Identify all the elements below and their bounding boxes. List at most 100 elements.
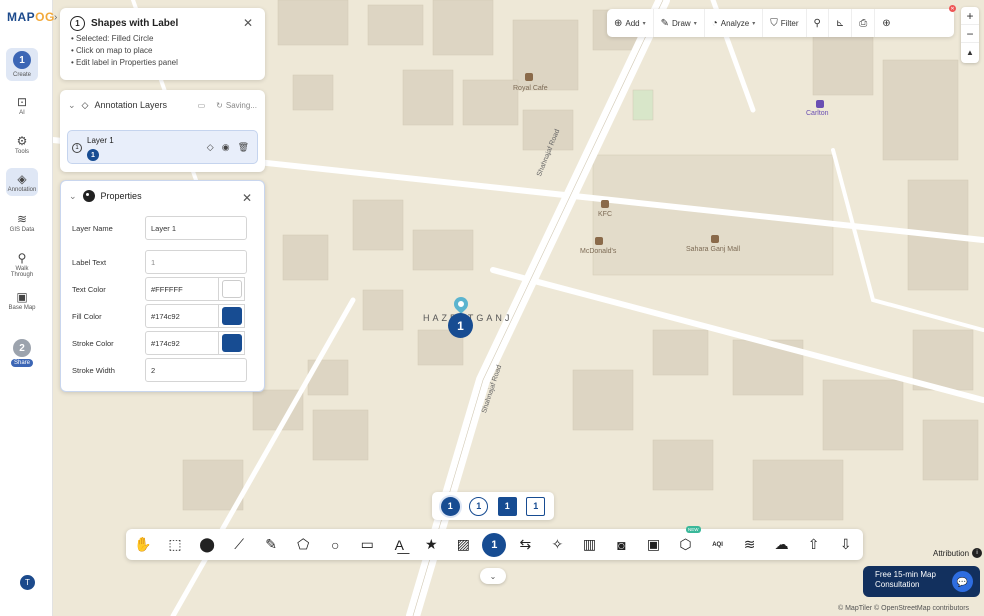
sidebar-item-annotation[interactable]: ◈ Annotation: [6, 168, 38, 196]
map-pin-icon[interactable]: ⬤: [194, 533, 220, 557]
crosshair-icon: ⊕: [882, 17, 891, 29]
zoom-out-button[interactable]: −: [961, 25, 979, 43]
select-box-icon[interactable]: ⬚: [162, 533, 188, 557]
download-icon[interactable]: ⇩: [833, 533, 859, 557]
close-toolbar-icon[interactable]: ✕: [949, 5, 956, 12]
info-icon: i: [972, 548, 983, 558]
chat-bubble-icon[interactable]: 💬: [952, 571, 973, 592]
draw-button[interactable]: ✎ Draw ▾: [654, 9, 705, 37]
fill-color-swatch[interactable]: [219, 304, 245, 328]
sidebar-item-gis-data[interactable]: ≋ GIS Data: [6, 211, 38, 233]
measure-button[interactable]: ⊾: [829, 9, 853, 37]
locate-icon[interactable]: ◇: [207, 142, 214, 153]
sidebar-item-label: Share: [10, 359, 33, 367]
numbered-circle-marker[interactable]: 1: [448, 313, 473, 338]
filled-circle-option[interactable]: 1: [440, 496, 460, 516]
photo-icon[interactable]: ▣: [641, 533, 667, 557]
print-button[interactable]: ⎙: [852, 9, 876, 37]
puzzle-icon[interactable]: ✧: [544, 533, 570, 557]
caret-down-icon: ▾: [642, 20, 646, 27]
numbered-circle-icon: 1: [70, 16, 85, 31]
hand-pan-icon[interactable]: ✋: [130, 533, 156, 557]
palette-icon: [82, 190, 95, 202]
sidebar-item-share[interactable]: 2 Share: [6, 339, 38, 367]
prop-text-color: Text Color #FFFFFF: [72, 277, 257, 301]
air-quality-icon[interactable]: AQI: [705, 533, 731, 557]
outline-circle-option[interactable]: 1: [469, 496, 489, 516]
map-label-mcdonalds: McDonald's: [580, 248, 617, 255]
image-icon[interactable]: ▨: [450, 533, 476, 557]
layer-badge: 1: [87, 149, 99, 161]
restaurant-icon: [601, 200, 609, 208]
close-icon[interactable]: ✕: [242, 191, 252, 205]
wind-icon[interactable]: ≋: [737, 533, 763, 557]
circle-icon[interactable]: ○: [322, 533, 348, 557]
sidebar-item-label: AI: [19, 110, 25, 116]
sidebar-item-label: Annotation: [7, 187, 37, 193]
sidebar-item-create[interactable]: 1 Create: [6, 48, 38, 81]
filter-button[interactable]: ⛉ Filter: [763, 9, 807, 37]
outline-square-option[interactable]: 1: [526, 496, 546, 516]
sidebar-item-base-map[interactable]: ▣ Base Map: [6, 289, 38, 311]
filled-square-option[interactable]: 1: [497, 496, 517, 516]
line-icon[interactable]: ⟋: [226, 533, 252, 557]
prop-layer-name: Layer Name Layer 1: [72, 216, 257, 240]
weather-icon[interactable]: ☁: [769, 533, 795, 557]
text-color-swatch[interactable]: [219, 277, 245, 301]
attribution-toggle[interactable]: Attribution i: [933, 548, 983, 558]
star-icon[interactable]: ★: [418, 533, 444, 557]
sidebar-item-tools[interactable]: ⚙ Tools: [6, 133, 38, 155]
close-icon[interactable]: ✕: [243, 16, 253, 30]
instruction-line: • Edit label in Properties panel: [71, 58, 178, 67]
analyze-button[interactable]: ◔ Analyze ▾: [705, 9, 764, 37]
fill-color-field[interactable]: #174c92: [145, 304, 219, 328]
sidebar-item-walk-through[interactable]: ⚲ Walk Through: [6, 250, 38, 278]
caret-down-icon: ▾: [693, 20, 697, 27]
text-color-field[interactable]: #FFFFFF: [145, 277, 219, 301]
app-logo[interactable]: MAPOG: [7, 10, 55, 24]
cube-3d-icon[interactable]: ⬡ NEW: [673, 525, 701, 557]
drawing-toolbar: ✋ ⬚ ⬤ ⟋ ✎ ⬠ ○ ▭ A͟ ★ ▨ 1 ⇆ ✧ ▥ ◙ ▣ ⬡ NEW …: [126, 525, 863, 560]
prop-stroke-width: Stroke Width 2: [72, 358, 257, 382]
filter-icon: ⛉: [770, 17, 778, 29]
buildings-icon[interactable]: ▥: [576, 533, 602, 557]
properties-panel: ⌄ Properties ✕ Layer Name Layer 1 Label …: [60, 180, 265, 392]
layer-name-field[interactable]: Layer 1: [145, 216, 247, 240]
step-badge: 1: [13, 51, 31, 69]
avatar[interactable]: T: [20, 575, 35, 590]
eye-icon[interactable]: ◉: [222, 142, 230, 153]
collapse-toolbar-button[interactable]: ⌄: [480, 568, 506, 584]
sidebar-item-label: Tools: [14, 149, 29, 155]
polygon-icon[interactable]: ⬠: [290, 533, 316, 557]
stroke-width-field[interactable]: 2: [145, 358, 247, 382]
sidebar-item-ai[interactable]: ⊡ AI: [6, 94, 38, 116]
stroke-color-swatch[interactable]: [219, 331, 245, 355]
layer-row[interactable]: 1 Layer 1 1 ◇ ◉ 🗑: [67, 130, 258, 164]
folder-icon[interactable]: ▭: [198, 101, 206, 110]
pencil-icon: ✎: [660, 17, 670, 29]
shapes-with-label-panel: 1 Shapes with Label ✕ • Selected: Filled…: [60, 8, 265, 80]
add-button[interactable]: ⊕ Add ▾: [607, 9, 654, 37]
compass-button[interactable]: ▲: [961, 43, 979, 61]
chevron-down-icon[interactable]: ⌄: [69, 191, 77, 202]
trash-icon[interactable]: 🗑: [238, 142, 249, 153]
upload-icon[interactable]: ⇧: [801, 533, 827, 557]
camera-icon[interactable]: ◙: [608, 533, 634, 557]
locate-button[interactable]: ⊕: [875, 9, 897, 37]
rectangle-icon[interactable]: ▭: [354, 533, 380, 557]
ruler-icon: ⊾: [835, 17, 845, 29]
ai-icon: ⊡: [16, 95, 28, 109]
stroke-color-field[interactable]: #174c92: [145, 331, 219, 355]
label-text-field[interactable]: 1: [145, 250, 247, 274]
consultation-button[interactable]: Free 15-min Map Consultation 💬: [863, 566, 980, 597]
freehand-pen-icon[interactable]: ✎: [258, 533, 284, 557]
numbered-shape-tool[interactable]: 1: [482, 532, 507, 557]
search-button[interactable]: ⚲: [807, 9, 829, 37]
route-icon[interactable]: ⇆: [512, 533, 538, 557]
numbered-circle-icon: 1: [72, 143, 82, 153]
chevron-down-icon[interactable]: ⌄: [68, 100, 76, 111]
zoom-in-button[interactable]: +: [961, 7, 979, 25]
sidebar-expand-icon[interactable]: ›: [54, 12, 57, 23]
instruction-line: • Selected: Filled Circle: [71, 34, 154, 43]
text-icon[interactable]: A͟: [386, 533, 412, 557]
